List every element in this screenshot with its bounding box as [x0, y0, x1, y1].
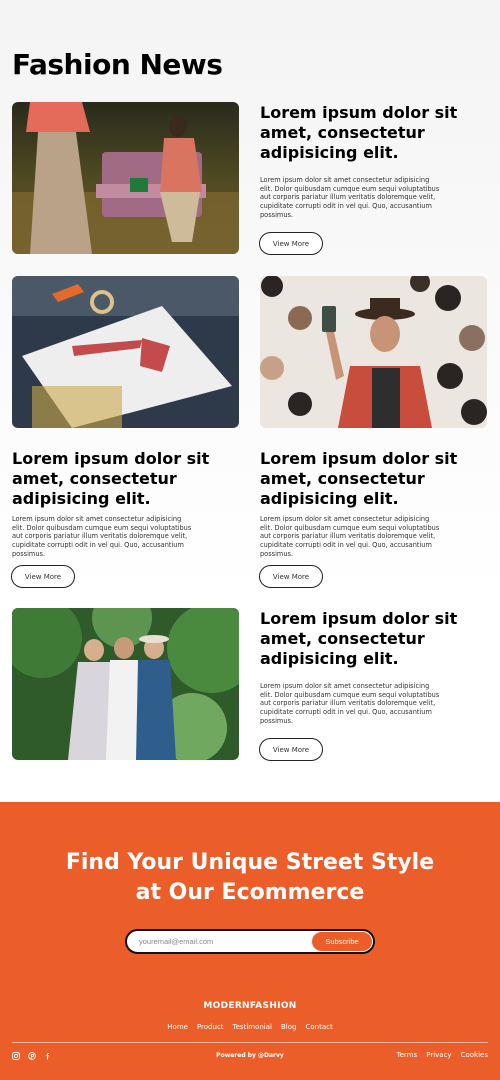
card-title: Lorem ipsum dolor sit amet, consectetur …: [260, 609, 458, 668]
footer-brand[interactable]: MODERNFASHION: [0, 1001, 500, 1011]
footer-nav-blog[interactable]: Blog: [281, 1023, 296, 1031]
card-image-selfie[interactable]: [260, 276, 487, 428]
footer-nav-product[interactable]: Product: [197, 1023, 224, 1031]
card-title: Lorem ipsum dolor sit amet, consectetur …: [260, 103, 458, 162]
subscribe-button[interactable]: Subscribe: [312, 932, 372, 951]
cta-heading: Find Your Unique Street Style at Our Eco…: [0, 848, 500, 908]
cookies-link[interactable]: Cookies: [461, 1051, 488, 1059]
card-image-jungle[interactable]: [12, 608, 239, 760]
view-more-button[interactable]: View More: [259, 738, 323, 761]
card-body: Lorem ipsum dolor sit amet consectetur a…: [12, 515, 192, 558]
card-body: Lorem ipsum dolor sit amet consectetur a…: [260, 515, 440, 558]
subscribe-form: Subscribe: [125, 929, 375, 954]
card-image-bench[interactable]: [12, 102, 239, 254]
email-input[interactable]: [139, 934, 309, 949]
page-title: Fashion News: [12, 48, 223, 81]
view-more-button[interactable]: View More: [259, 232, 323, 255]
card-title: Lorem ipsum dolor sit amet, consectetur …: [260, 449, 458, 508]
legal-links: Terms Privacy Cookies: [397, 1051, 488, 1059]
card-title: Lorem ipsum dolor sit amet, consectetur …: [12, 449, 210, 508]
card-body: Lorem ipsum dolor sit amet consectetur a…: [260, 176, 440, 219]
footer-nav: Home Product Testimonial Blog Contact: [0, 1023, 500, 1031]
card-image-sketch[interactable]: [12, 276, 239, 428]
footer-nav-testimonial[interactable]: Testimonial: [233, 1023, 272, 1031]
card-body: Lorem ipsum dolor sit amet consectetur a…: [260, 682, 440, 725]
view-more-button[interactable]: View More: [11, 565, 75, 588]
cta-line-2: at Our Ecommerce: [135, 880, 365, 905]
terms-link[interactable]: Terms: [397, 1051, 418, 1059]
footer-divider: [12, 1042, 488, 1043]
footer-nav-home[interactable]: Home: [167, 1023, 188, 1031]
footer-nav-contact[interactable]: Contact: [305, 1023, 332, 1031]
privacy-link[interactable]: Privacy: [426, 1051, 451, 1059]
cta-line-1: Find Your Unique Street Style: [65, 850, 435, 875]
view-more-button[interactable]: View More: [259, 565, 323, 588]
